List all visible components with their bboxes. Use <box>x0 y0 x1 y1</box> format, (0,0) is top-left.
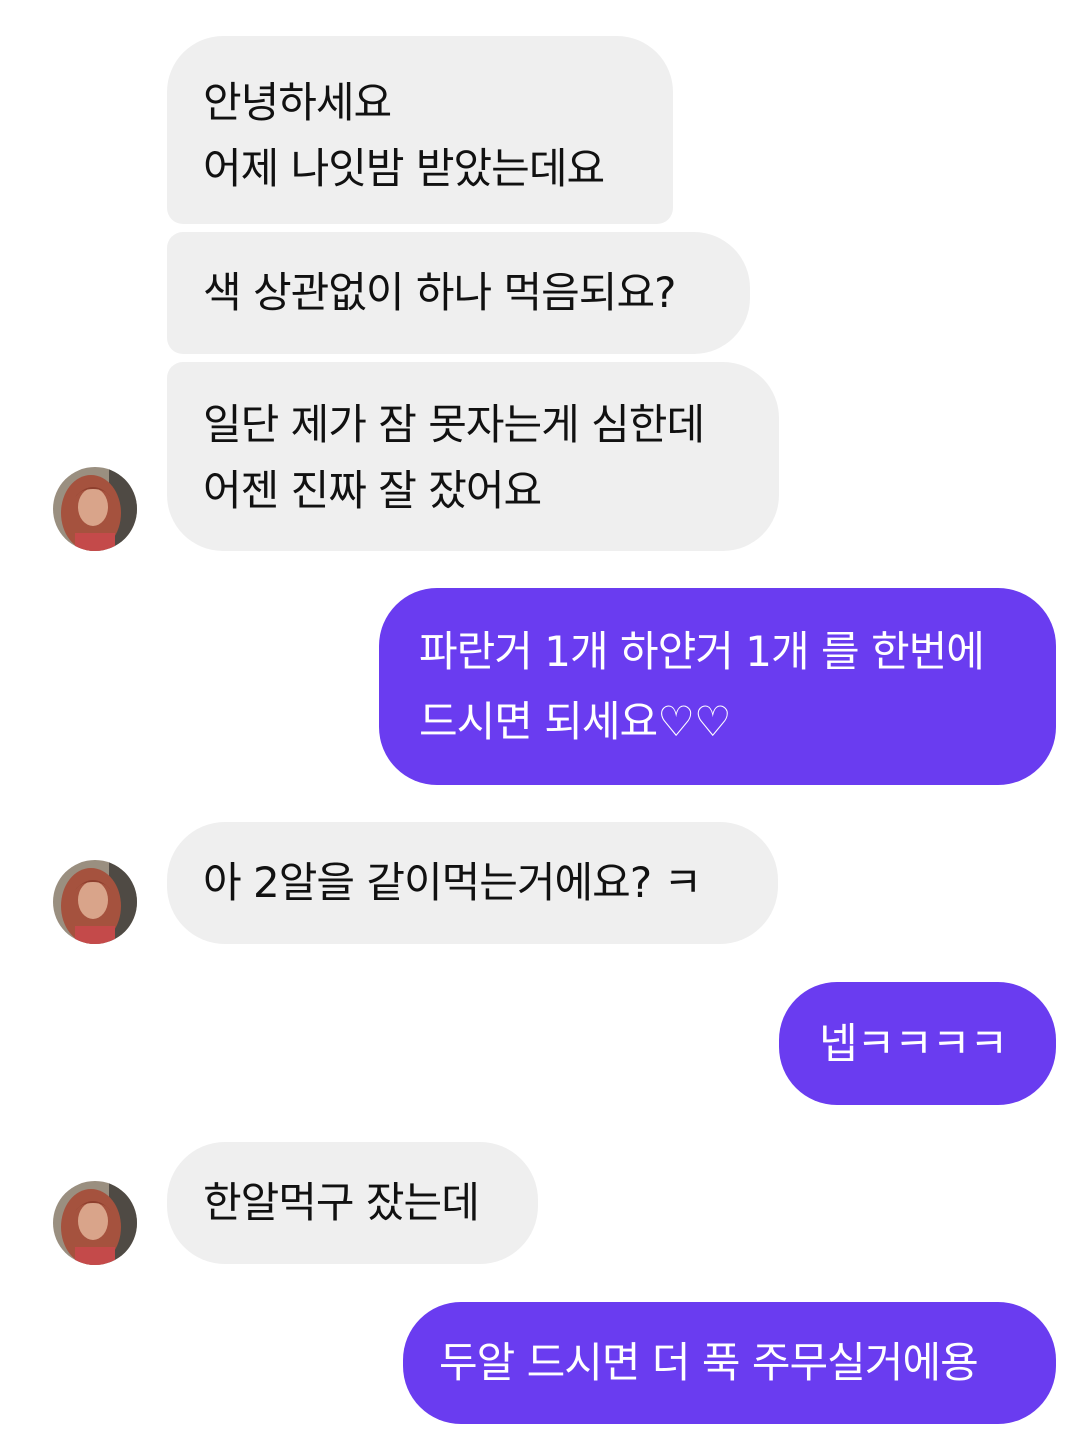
profile-photo-avatar-icon <box>53 1181 137 1265</box>
message-text-line: 넵ㅋㅋㅋㅋ <box>819 1018 1008 1068</box>
message-text-line: 파란거 1개 하얀거 1개 를 한번에 <box>419 626 985 676</box>
message-text-line: 어제 나잇밤 받았는데요 <box>203 144 605 193</box>
message-text-line: 일단 제가 잠 못자는게 심한데 <box>203 400 705 449</box>
outgoing-message-bubble: 두알 드시면 더 푹 주무실거에용 <box>403 1302 1056 1424</box>
message-text-line: 드시면 되세요♡♡ <box>419 696 732 746</box>
message-text-line: 한알먹구 잤는데 <box>203 1178 480 1227</box>
message-text-line: 어젠 진짜 잘 잤어요 <box>203 466 542 515</box>
incoming-message-bubble: 안녕하세요 어제 나잇밤 받았는데요 <box>167 36 673 224</box>
message-text-line: 아 2알을 같이먹는거에요? ㅋ <box>203 858 702 907</box>
profile-photo-avatar-icon <box>53 860 137 944</box>
contact-avatar[interactable] <box>53 860 137 944</box>
contact-avatar[interactable] <box>53 467 137 551</box>
contact-avatar[interactable] <box>53 1181 137 1265</box>
message-text-line: 색 상관없이 하나 먹음되요? <box>203 268 676 317</box>
profile-photo-avatar-icon <box>53 467 137 551</box>
incoming-message-bubble: 일단 제가 잠 못자는게 심한데 어젠 진짜 잘 잤어요 <box>167 362 779 551</box>
outgoing-message-bubble: 파란거 1개 하얀거 1개 를 한번에 드시면 되세요♡♡ <box>379 588 1056 785</box>
message-text-line: 두알 드시면 더 푹 주무실거에용 <box>439 1338 979 1387</box>
message-text-line: 안녕하세요 <box>203 78 392 127</box>
outgoing-message-bubble: 넵ㅋㅋㅋㅋ <box>779 982 1056 1105</box>
incoming-message-bubble: 색 상관없이 하나 먹음되요? <box>167 232 750 354</box>
incoming-message-bubble: 한알먹구 잤는데 <box>167 1142 538 1264</box>
incoming-message-bubble: 아 2알을 같이먹는거에요? ㅋ <box>167 822 778 944</box>
